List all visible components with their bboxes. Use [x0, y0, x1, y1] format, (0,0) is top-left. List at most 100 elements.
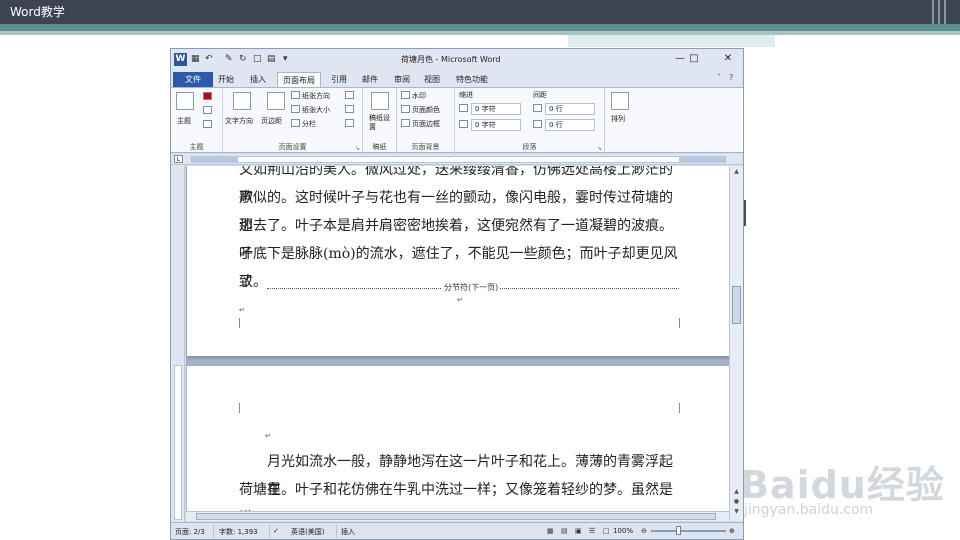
indent-left-input[interactable]: 0 字符 [471, 103, 521, 115]
paragraph-launcher-icon[interactable]: ↘ [597, 145, 602, 152]
proofing-icon[interactable]: ✓ [273, 527, 279, 535]
print-preview-icon[interactable]: ▤ [267, 54, 276, 64]
document-area[interactable]: 又如荆山沿的美人。微风过处，送来缕缕清香，仿佛远处高楼上渺茫的歌 声似的。这时候… [186, 166, 729, 521]
redo-icon[interactable]: ↻ [239, 54, 247, 64]
theme-colors-icon[interactable] [203, 92, 214, 101]
page1-line[interactable]: 了。 [239, 268, 269, 296]
text-direction-button[interactable]: 文字方向 [225, 116, 253, 126]
indent-label: 缩进 [459, 91, 473, 99]
collapse-ribbon-icon[interactable]: ˄ [717, 73, 721, 82]
indent-right-icon [459, 120, 470, 129]
hyphenation-icon[interactable] [345, 119, 356, 128]
manuscript-icon[interactable] [371, 92, 389, 110]
zoom-in-icon[interactable]: ⊕ [729, 527, 735, 535]
line-numbers-icon[interactable] [345, 105, 356, 114]
vertical-scrollbar[interactable]: ▲ ▲ ● ▼ [729, 166, 743, 521]
page[interactable]: 又如荆山沿的美人。微风过处，送来缕缕清香，仿佛远处高楼上渺茫的歌 声似的。这时候… [187, 166, 729, 356]
orientation-icon [291, 91, 300, 99]
tab-view[interactable]: 视图 [419, 72, 445, 87]
breaks-icon[interactable] [345, 91, 356, 100]
word-logo-icon[interactable]: W [174, 53, 187, 66]
divider [269, 525, 270, 537]
tab-mailings[interactable]: 邮件 [357, 72, 383, 87]
divider [213, 525, 214, 537]
word-count[interactable]: 字数: 1,393 [219, 527, 258, 537]
theme-effects-icon[interactable] [203, 120, 214, 129]
page-color-button[interactable]: 页面颜色 [401, 105, 440, 115]
slide: Word教学 Baidu经验 jingyan.baidu.com W ▦ ↶ ✎… [0, 0, 960, 540]
margin-corner-mark [679, 403, 680, 413]
spacing-after-input[interactable]: 0 行 [545, 119, 595, 131]
group-arrange: 排列 [605, 88, 635, 154]
maximize-button[interactable]: □ [683, 52, 705, 66]
theme-fonts-icon[interactable] [203, 106, 214, 115]
text-direction-icon[interactable] [233, 92, 251, 110]
scroll-thumb[interactable] [196, 513, 716, 520]
tab-page-layout[interactable]: 页面布局 [277, 72, 321, 87]
web-layout-icon[interactable]: ▣ [575, 527, 582, 535]
zoom-out-icon[interactable]: ⊖ [641, 527, 647, 535]
header-stripe [0, 35, 960, 47]
next-page-icon[interactable]: ▼ [732, 508, 741, 517]
margin-corner-mark [239, 403, 240, 413]
manuscript-settings-button[interactable]: 稿纸设置 [369, 114, 393, 132]
zoom-slider[interactable] [651, 530, 726, 532]
outline-icon[interactable]: ☰ [589, 527, 595, 535]
tab-selector-icon[interactable]: L [174, 155, 183, 163]
tab-file[interactable]: 文件 [173, 72, 213, 87]
watermark-button[interactable]: 水印 [401, 91, 426, 101]
arrange-button[interactable]: 排列 [611, 114, 625, 124]
tab-review[interactable]: 审阅 [389, 72, 415, 87]
page-count[interactable]: 页面: 2/3 [175, 527, 205, 537]
arrange-icon[interactable] [611, 92, 629, 110]
group-themes: 主题 主题 [171, 88, 223, 154]
insert-mode[interactable]: 插入 [341, 527, 355, 537]
indent-right-input[interactable]: 0 字符 [471, 119, 521, 131]
customize-toolbar-icon[interactable]: ▾ [283, 54, 288, 64]
close-button[interactable]: ✕ [717, 52, 739, 66]
tab-special[interactable]: 特色功能 [451, 72, 493, 87]
orientation-label: 纸张方向 [302, 92, 330, 100]
indent-left-icon [459, 104, 470, 113]
horizontal-ruler[interactable]: L [171, 154, 743, 165]
tab-insert[interactable]: 插入 [245, 72, 271, 87]
scroll-thumb[interactable] [732, 286, 741, 324]
size-button[interactable]: 纸张大小 [291, 105, 330, 115]
page-borders-button[interactable]: 页面边框 [401, 119, 440, 129]
spacing-after-icon [533, 120, 544, 129]
previous-page-icon[interactable]: ▲ [732, 488, 741, 497]
help-icon[interactable]: ? [729, 73, 733, 82]
scroll-up-icon[interactable]: ▲ [732, 168, 741, 177]
margins-icon[interactable] [267, 92, 285, 110]
orientation-button[interactable]: 纸张方向 [291, 91, 330, 101]
format-painter-icon[interactable]: ✎ [225, 54, 233, 64]
full-screen-icon[interactable]: ▤ [561, 527, 568, 535]
margins-button[interactable]: 页边距 [261, 116, 282, 126]
horizontal-scrollbar[interactable] [186, 511, 729, 521]
draft-icon[interactable]: □ [603, 527, 610, 535]
print-layout-icon[interactable]: ▦ [547, 527, 554, 535]
page[interactable]: ↵ 月光如流水一般，静静地泻在这一片叶子和花上。薄薄的青雾浮起在 荷塘里。叶子和… [187, 366, 729, 521]
zoom-level[interactable]: 100% [613, 527, 633, 535]
tab-home[interactable]: 开始 [213, 72, 239, 87]
themes-icon[interactable] [176, 92, 194, 110]
themes-button[interactable]: 主题 [177, 116, 191, 126]
vertical-ruler[interactable] [171, 165, 185, 522]
watermark-url: jingyan.baidu.com [744, 502, 874, 518]
watermark-icon [401, 91, 410, 99]
columns-button[interactable]: 分栏 [291, 119, 316, 129]
ruler-right-margin [679, 156, 725, 163]
zoom-slider-knob[interactable] [676, 526, 681, 535]
save-icon[interactable]: ▦ [191, 54, 200, 64]
ribbon-tabs: 文件 开始 插入 页面布局 引用 邮件 审阅 视图 特色功能 ˄ ? [171, 71, 743, 87]
page-setup-launcher-icon[interactable]: ↘ [355, 145, 360, 152]
columns-label: 分栏 [302, 120, 316, 128]
browse-object-icon[interactable]: ● [732, 498, 741, 507]
language[interactable]: 英语(美国) [291, 527, 324, 537]
spacing-before-input[interactable]: 0 行 [545, 103, 595, 115]
size-icon [291, 105, 300, 113]
new-doc-icon[interactable]: □ [253, 54, 262, 64]
undo-icon[interactable]: ↶ [205, 54, 213, 64]
tab-references[interactable]: 引用 [326, 72, 352, 87]
section-break-label: 分节符(下一页) [442, 282, 501, 293]
